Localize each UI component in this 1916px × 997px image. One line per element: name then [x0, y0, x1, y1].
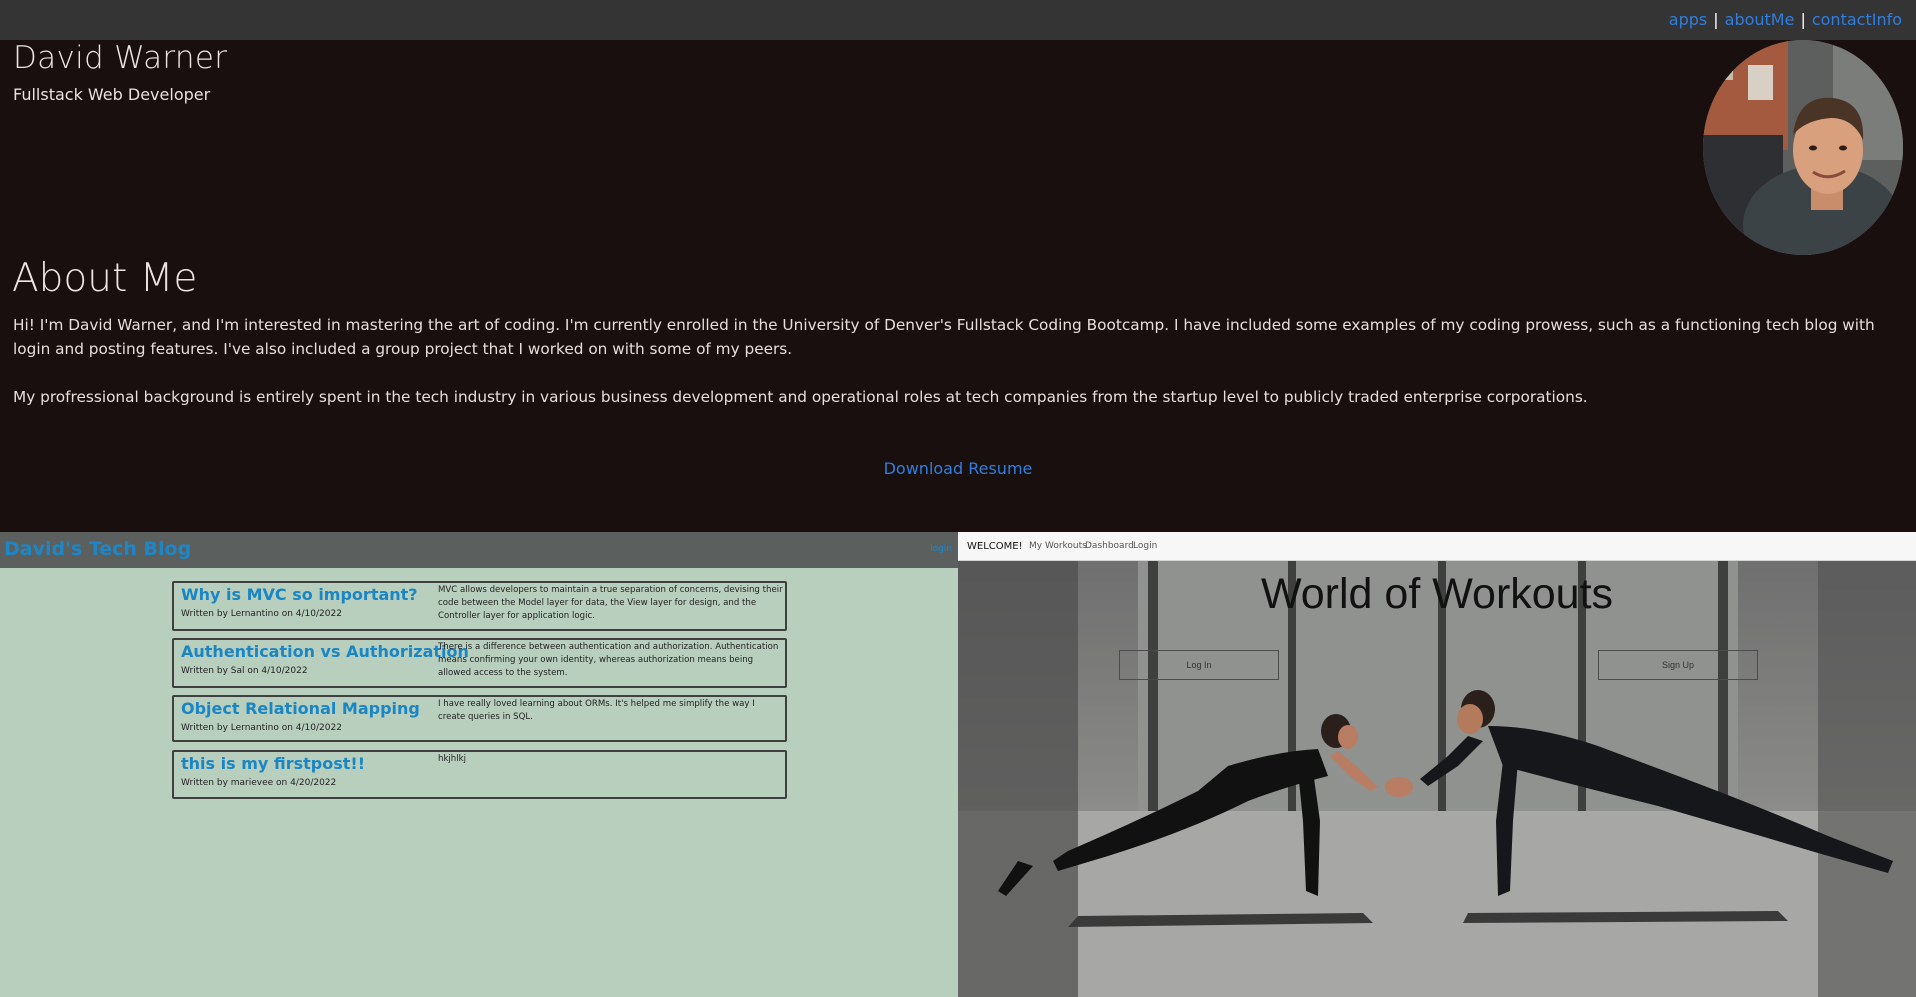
blog-post[interactable]: Object Relational Mapping Written by Ler… [172, 695, 787, 742]
post-title: Object Relational Mapping [181, 699, 420, 718]
nav-separator: | [1713, 10, 1719, 29]
post-meta: Written by Lernantino on 4/10/2022 [181, 723, 342, 733]
blog-post[interactable]: this is my firstpost!! Written by mariev… [172, 750, 787, 799]
post-meta: Written by Sal on 4/10/2022 [181, 666, 308, 676]
download-resume-link[interactable]: Download Resume [884, 459, 1033, 478]
profile-photo [1703, 40, 1903, 255]
about-paragraph-background: My profressional background is entirely … [13, 388, 1588, 406]
post-body: I have really loved learning about ORMs.… [438, 699, 755, 722]
post-title: Authentication vs Authorization [181, 642, 469, 661]
blog-login-link[interactable]: login [930, 544, 952, 554]
workouts-nav-my-workouts[interactable]: My Workouts [1029, 541, 1087, 551]
top-nav-bar: apps | aboutMe | contactInfo [0, 0, 1916, 40]
post-body: MVC allows developers to maintain a true… [438, 585, 783, 621]
post-meta: Written by Lernantino on 4/10/2022 [181, 609, 342, 619]
workouts-navbar: WELCOME! My Workouts Dashboard Login [958, 532, 1916, 561]
blog-header: David's Tech Blog login [0, 532, 958, 568]
nav-link-apps[interactable]: apps [1669, 10, 1707, 29]
post-body: hkjhlkj [438, 754, 467, 764]
developer-name: David Warner [13, 40, 228, 76]
blog-post[interactable]: Why is MVC so important? Written by Lern… [172, 581, 787, 631]
workouts-nav-login[interactable]: Login [1133, 541, 1157, 551]
workouts-nav-dashboard[interactable]: Dashboard [1085, 541, 1134, 551]
top-nav: apps | aboutMe | contactInfo [1669, 10, 1902, 29]
nav-link-contactinfo[interactable]: contactInfo [1812, 10, 1902, 29]
workouts-signup-button[interactable]: Sign Up [1598, 650, 1758, 680]
post-body: There is a difference between authentica… [438, 642, 779, 678]
post-meta: Written by marievee on 4/20/2022 [181, 778, 337, 788]
about-paragraph: Hi! I'm David Warner, and I'm interested… [13, 316, 1875, 358]
workouts-brand[interactable]: WELCOME! [967, 541, 1023, 552]
project-world-of-workouts[interactable]: WELCOME! My Workouts Dashboard Login Wor… [958, 532, 1916, 997]
workout-hero-image [958, 561, 1916, 997]
blog-title: David's Tech Blog [4, 538, 192, 560]
nav-link-aboutme[interactable]: aboutMe [1725, 10, 1795, 29]
workouts-title: World of Workouts [1260, 570, 1614, 618]
developer-title: Fullstack Web Developer [13, 85, 211, 104]
nav-separator: | [1800, 10, 1806, 29]
workouts-login-button[interactable]: Log In [1119, 650, 1279, 680]
about-heading: About Me [12, 256, 198, 301]
project-tech-blog[interactable]: David's Tech Blog login Why is MVC so im… [0, 532, 958, 997]
resume-wrapper: Download Resume [0, 459, 1916, 478]
post-title: Why is MVC so important? [181, 585, 418, 604]
blog-post[interactable]: Authentication vs Authorization Written … [172, 638, 787, 688]
post-title: this is my firstpost!! [181, 754, 365, 773]
avatar [1703, 40, 1903, 255]
